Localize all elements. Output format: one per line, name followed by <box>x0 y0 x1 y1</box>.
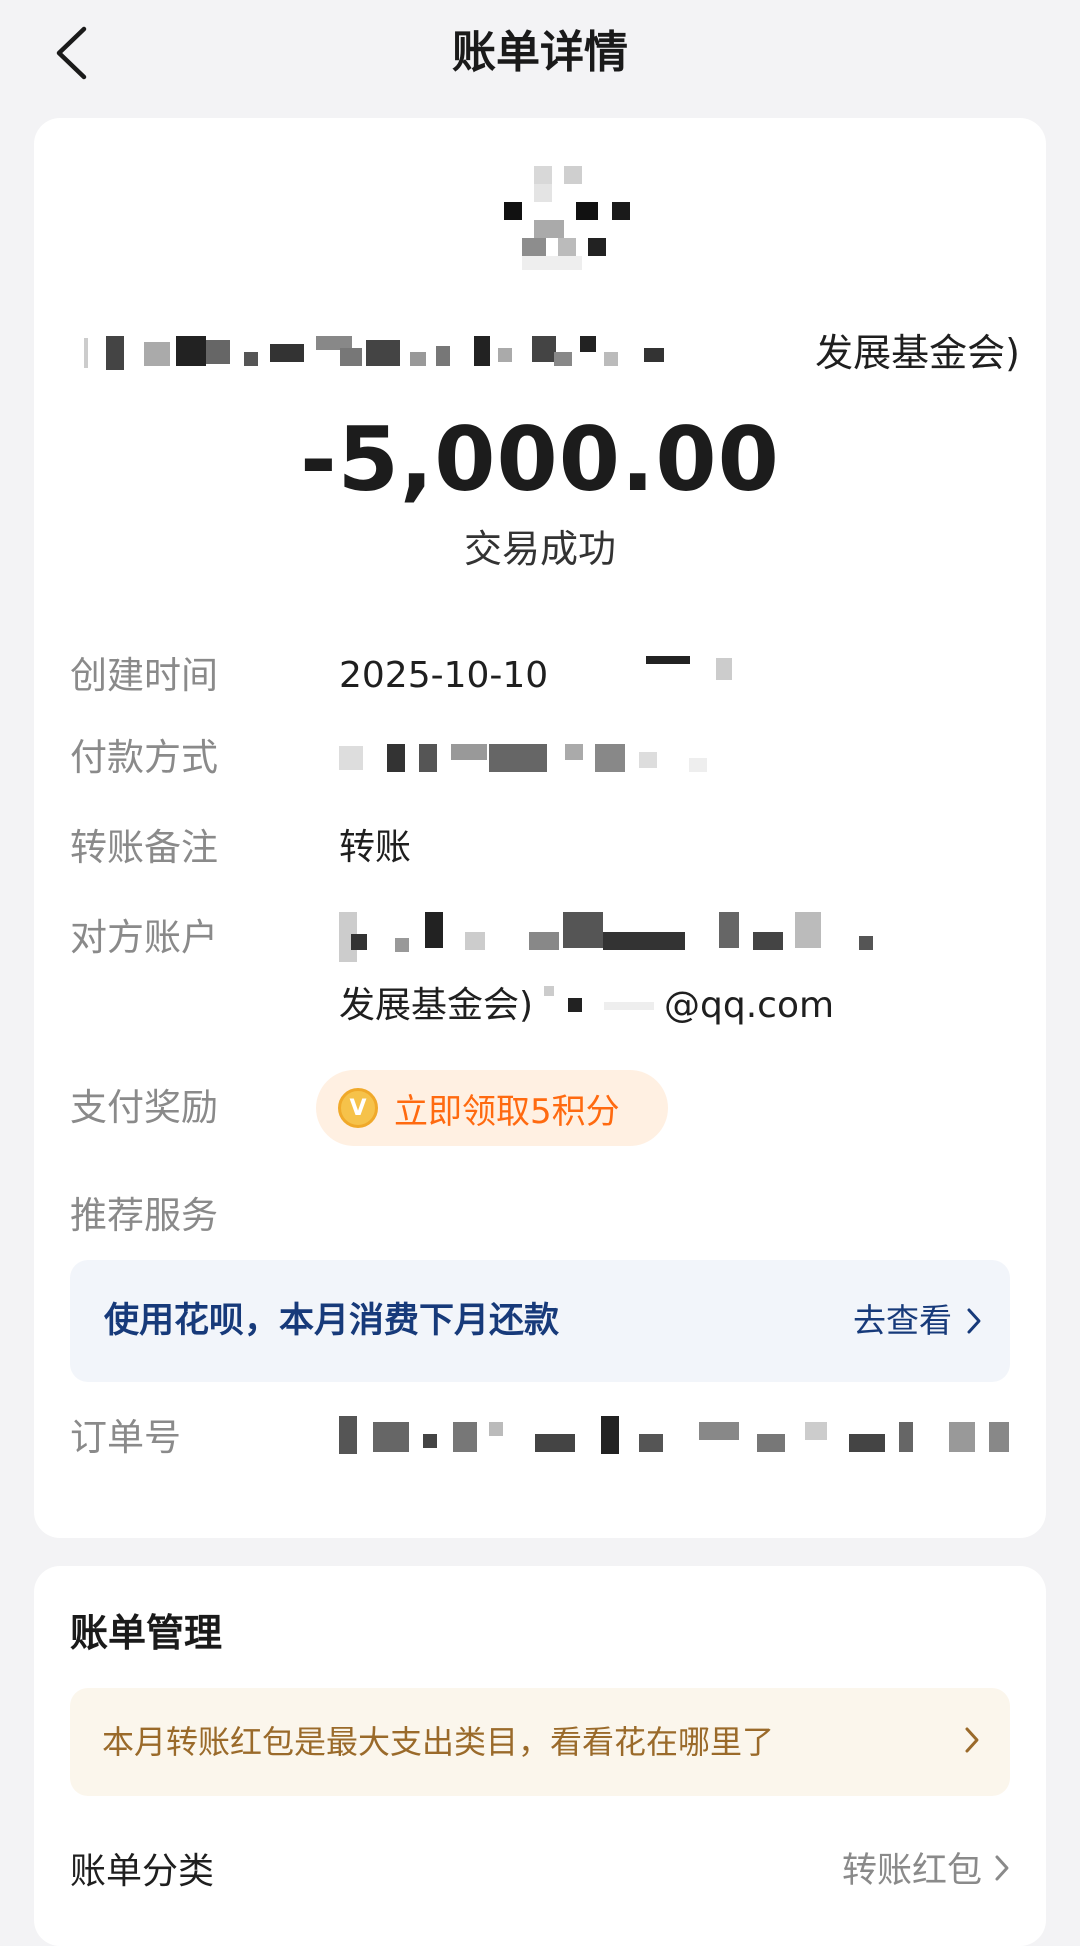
huabei-promo-text: 使用花呗，本月消费下月还款 <box>104 1301 560 1341</box>
bill-management-card: 账单管理 本月转账红包是最大支出类目，看看花在哪里了 账单分类 转账红包 <box>34 1566 1046 1946</box>
redacted-email-user <box>544 982 674 1022</box>
recommend-label: 推荐服务 <box>70 1194 218 1237</box>
spending-insight-text: 本月转账红包是最大支出类目，看看花在哪里了 <box>102 1723 775 1761</box>
chevron-right-icon <box>995 1855 1009 1880</box>
bill-management-title: 账单管理 <box>70 1611 223 1655</box>
redacted-order-number <box>339 1414 1019 1460</box>
redacted-counterparty-line1 <box>339 912 1019 968</box>
bill-detail-card: 发展基金会) -5,000.00 交易成功 创建时间 2025-10-10 付款… <box>34 118 1046 1538</box>
redacted-merchant-prefix <box>84 318 804 388</box>
created-time-value: 2025-10-10 <box>339 655 549 696</box>
merchant-name: 发展基金会) <box>84 318 1034 388</box>
nav-bar: 账单详情 <box>0 0 1080 110</box>
payment-method-label: 付款方式 <box>70 736 218 779</box>
redacted-time <box>606 654 736 694</box>
counterparty-label: 对方账户 <box>70 916 218 959</box>
order-no-label: 订单号 <box>70 1416 181 1459</box>
coin-icon: V <box>338 1088 378 1128</box>
bill-category-value: 转账红包 <box>841 1851 982 1891</box>
remark-label: 转账备注 <box>70 826 218 869</box>
huabei-promo-banner[interactable]: 使用花呗，本月消费下月还款 去查看 <box>70 1260 1010 1382</box>
counterparty-value-start: 发展基金会) <box>339 985 534 1026</box>
chevron-right-icon <box>967 1308 981 1334</box>
created-time-label: 创建时间 <box>70 654 218 697</box>
merchant-name-tail: 发展基金会) <box>815 331 1020 375</box>
view-promo-label: 去查看 <box>853 1301 952 1340</box>
transaction-status: 交易成功 <box>463 527 616 571</box>
bill-category-selector[interactable]: 转账红包 <box>842 1842 1010 1893</box>
counterparty-value-end: @qq.com <box>664 985 835 1026</box>
claim-points-label: 立即领取5积分 <box>394 1091 620 1132</box>
chevron-right-icon <box>965 1727 979 1753</box>
counterparty-avatar <box>504 166 644 306</box>
page-title: 账单详情 <box>452 27 628 78</box>
view-promo-link[interactable]: 去查看 <box>853 1260 982 1382</box>
bill-category-label: 账单分类 <box>70 1851 215 1892</box>
spending-insight-banner[interactable]: 本月转账红包是最大支出类目，看看花在哪里了 <box>70 1688 1010 1796</box>
reward-label: 支付奖励 <box>70 1086 218 1129</box>
redacted-payment-method <box>339 738 789 778</box>
claim-points-button[interactable]: V 立即领取5积分 <box>316 1070 668 1146</box>
transaction-amount: -5,000.00 <box>300 408 780 511</box>
remark-value: 转账 <box>339 827 412 868</box>
